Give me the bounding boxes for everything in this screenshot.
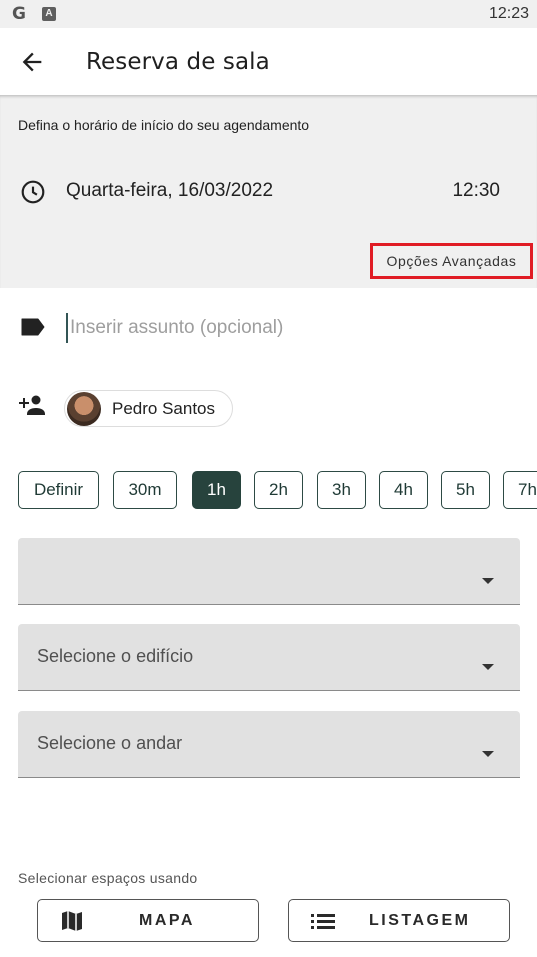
status-time: 12:23	[488, 5, 529, 22]
duration-definir[interactable]: Definir	[18, 471, 99, 509]
building-select[interactable]: Selecione o edifício	[18, 624, 520, 691]
person-add-icon[interactable]	[18, 393, 48, 417]
duration-2h[interactable]: 2h	[254, 471, 303, 509]
page-title: Reserva de sala	[86, 49, 270, 75]
map-button-label: MAPA	[139, 912, 195, 929]
participant-name: Pedro Santos	[112, 399, 216, 418]
google-g-icon: G	[12, 4, 26, 24]
map-icon	[62, 911, 82, 931]
dropdown-arrow-icon	[482, 664, 494, 670]
duration-7h[interactable]: 7h	[503, 471, 537, 509]
building-select-placeholder: Selecione o edifício	[37, 646, 194, 666]
list-icon	[311, 914, 335, 929]
status-bar: G A 12:23	[0, 0, 537, 28]
arrow-left-icon[interactable]	[18, 48, 46, 76]
advanced-options-button[interactable]: Opções Avançadas	[370, 243, 533, 279]
schedule-label: Defina o horário de início do seu agenda…	[18, 117, 310, 133]
start-date[interactable]: Quarta-feira, 16/03/2022	[66, 180, 273, 202]
subject-input[interactable]	[66, 313, 486, 343]
duration-options: Definir 30m 1h 2h 3h 4h 5h 7h	[0, 471, 537, 509]
dropdown-arrow-icon	[482, 751, 494, 757]
list-button[interactable]: LISTAGEM	[288, 899, 510, 942]
font-a-icon: A	[42, 7, 56, 21]
dropdown-arrow-icon	[482, 578, 494, 584]
clock-icon	[21, 180, 45, 204]
start-time[interactable]: 12:30	[452, 180, 500, 202]
duration-1h[interactable]: 1h	[192, 471, 241, 509]
duration-30m[interactable]: 30m	[113, 471, 177, 509]
duration-3h[interactable]: 3h	[317, 471, 366, 509]
space-mode-label: Selecionar espaços usando	[18, 870, 198, 886]
floor-select-placeholder: Selecione o andar	[37, 733, 183, 753]
duration-4h[interactable]: 4h	[379, 471, 428, 509]
avatar	[67, 392, 101, 426]
map-button[interactable]: MAPA	[37, 899, 259, 942]
floor-select[interactable]: Selecione o andar	[18, 711, 520, 778]
schedule-panel: Defina o horário de início do seu agenda…	[0, 95, 537, 288]
list-button-label: LISTAGEM	[369, 912, 471, 929]
first-select[interactable]	[18, 538, 520, 605]
label-tag-icon	[21, 318, 45, 336]
app-bar: Reserva de sala	[0, 28, 537, 95]
participant-chip[interactable]: Pedro Santos	[64, 390, 233, 427]
duration-5h[interactable]: 5h	[441, 471, 490, 509]
